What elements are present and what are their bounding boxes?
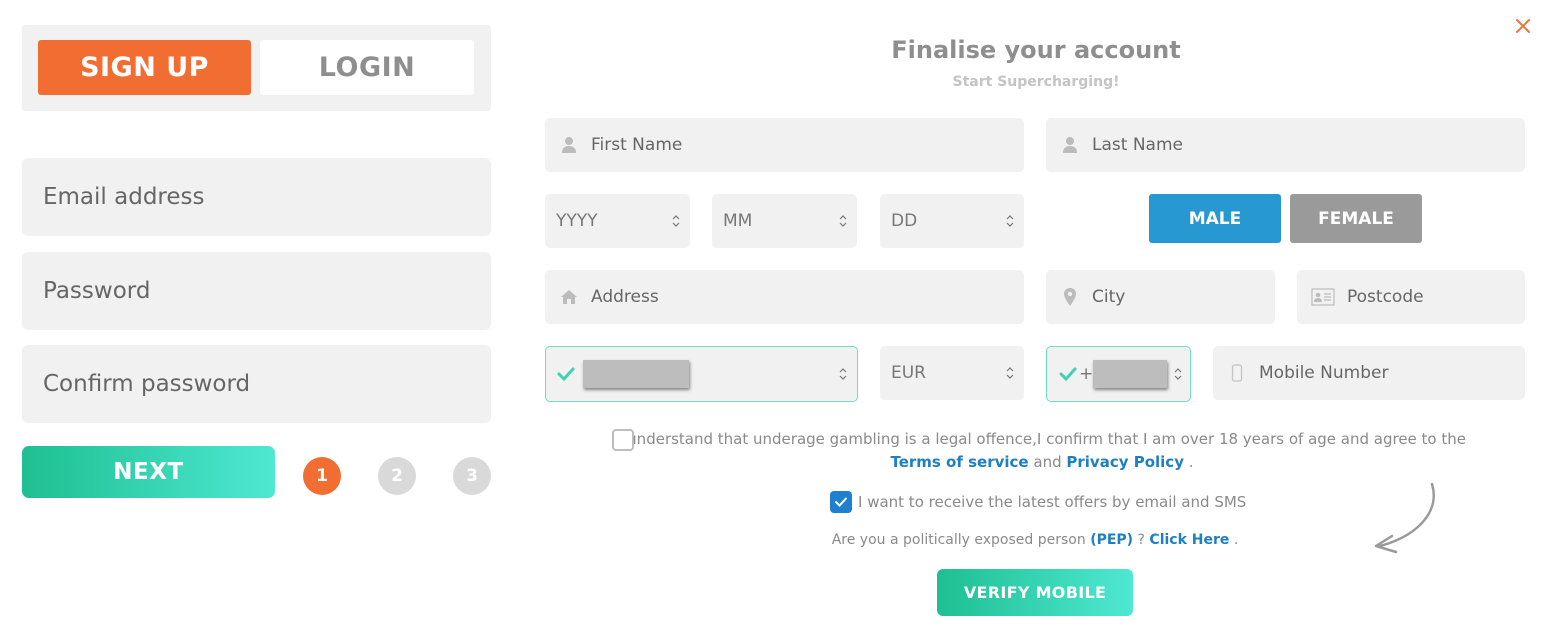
birth-day-value: DD <box>891 211 918 231</box>
pep-question-mark: ? <box>1137 532 1145 548</box>
birth-month-value: MM <box>723 211 753 231</box>
page-subtitle: Start Supercharging! <box>952 74 1120 90</box>
pep-period: . <box>1233 532 1239 548</box>
offers-text: I want to receive the latest offers by e… <box>858 493 1247 511</box>
first-name-field-wrapper <box>545 118 1024 172</box>
first-name-input[interactable] <box>591 118 1024 172</box>
step-indicator-1: 1 <box>303 457 341 495</box>
birth-year-value: YYYY <box>556 211 598 231</box>
mobile-number-input[interactable] <box>1259 346 1525 400</box>
verify-mobile-button[interactable]: VERIFY MOBILE <box>937 569 1133 616</box>
city-input[interactable] <box>1092 270 1275 324</box>
offers-consent: I want to receive the latest offers by e… <box>830 491 1246 513</box>
user-icon <box>559 135 579 155</box>
location-pin-icon <box>1060 287 1080 307</box>
period-text: . <box>1188 453 1194 471</box>
age-consent-text: I understand that underage gambling is a… <box>617 430 1466 448</box>
city-field-wrapper <box>1046 270 1275 324</box>
tab-login[interactable]: LOGIN <box>260 40 474 95</box>
step-indicator-3: 3 <box>453 457 491 495</box>
postcode-field-wrapper <box>1297 270 1525 324</box>
chevron-up-down-icon <box>672 215 680 227</box>
chevron-up-down-icon <box>839 368 847 380</box>
chevron-up-down-icon <box>1006 367 1014 379</box>
close-icon[interactable] <box>1511 14 1535 38</box>
valid-check-icon <box>1059 367 1077 382</box>
mobile-field-wrapper <box>1213 346 1525 400</box>
home-icon <box>559 287 579 307</box>
birth-month-select[interactable]: MM <box>712 194 857 248</box>
privacy-policy-link[interactable]: Privacy Policy <box>1066 453 1184 471</box>
chevron-up-down-icon <box>1006 215 1014 227</box>
birth-day-select[interactable]: DD <box>880 194 1024 248</box>
pep-link[interactable]: (PEP) <box>1090 532 1133 548</box>
country-select[interactable] <box>545 346 858 402</box>
email-field[interactable] <box>22 158 491 236</box>
phone-code-select[interactable]: + <box>1046 346 1191 402</box>
mobile-phone-icon <box>1227 363 1247 383</box>
tab-sign-up[interactable]: SIGN UP <box>38 40 251 95</box>
password-field[interactable] <box>22 252 491 330</box>
gender-female-button[interactable]: FEMALE <box>1290 194 1422 243</box>
postcode-input[interactable] <box>1347 270 1525 324</box>
country-value-redacted <box>583 360 689 388</box>
page-title: Finalise your account <box>891 36 1181 64</box>
chevron-up-down-icon <box>839 215 847 227</box>
terms-of-service-link[interactable]: Terms of service <box>890 453 1028 471</box>
gender-male-button[interactable]: MALE <box>1149 194 1281 243</box>
id-card-icon <box>1311 287 1335 307</box>
curved-arrow-icon <box>1374 482 1435 554</box>
valid-check-icon <box>557 367 575 382</box>
and-text: and <box>1033 453 1062 471</box>
checkmark-icon <box>835 497 847 507</box>
address-field-wrapper <box>545 270 1024 324</box>
step-indicator-2: 2 <box>378 457 416 495</box>
address-input[interactable] <box>591 270 1024 324</box>
phone-prefix: + <box>1079 364 1094 384</box>
birth-year-select[interactable]: YYYY <box>545 194 690 248</box>
pep-question: Are you a politically exposed person (PE… <box>760 532 1310 548</box>
confirm-password-field[interactable] <box>22 345 491 423</box>
user-icon <box>1060 135 1080 155</box>
age-consent-checkbox[interactable] <box>612 429 634 451</box>
phone-code-redacted <box>1093 360 1168 388</box>
last-name-field-wrapper <box>1046 118 1525 172</box>
offers-checkbox[interactable] <box>830 491 852 513</box>
chevron-up-down-icon <box>1174 368 1182 380</box>
currency-select[interactable]: EUR <box>880 346 1024 400</box>
auth-tabs: SIGN UP LOGIN <box>22 25 491 111</box>
age-terms-consent: I understand that underage gambling is a… <box>612 428 1472 474</box>
next-button[interactable]: NEXT <box>22 446 275 498</box>
click-here-link[interactable]: Click Here <box>1149 532 1229 548</box>
pep-text: Are you a politically exposed person <box>831 532 1086 548</box>
currency-value: EUR <box>891 363 926 383</box>
last-name-input[interactable] <box>1092 118 1525 172</box>
